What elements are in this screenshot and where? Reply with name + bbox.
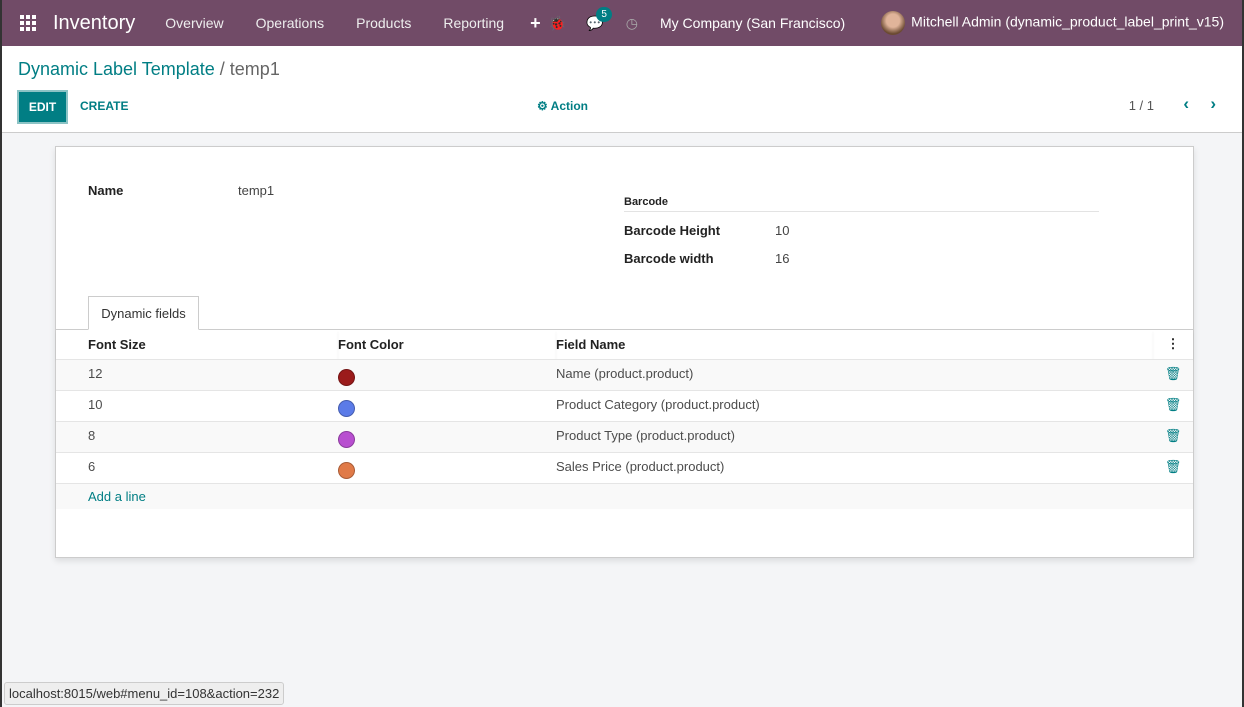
font-size-cell[interactable]: 12 [56,358,338,390]
tab-dynamic-fields[interactable]: Dynamic fields [88,296,199,330]
delete-trash-icon[interactable]: 🗑 [1153,389,1193,421]
company-switcher[interactable]: My Company (San Francisco) [660,15,845,31]
breadcrumb: Dynamic Label Template / temp1 [18,59,280,80]
col-font-size[interactable]: Font Size [56,330,338,359]
delete-trash-icon[interactable]: 🗑 [1153,420,1193,452]
section-divider [624,211,1099,212]
control-panel: Dynamic Label Template / temp1 EDIT CREA… [2,46,1242,133]
table-row[interactable]: 10 Product Category (product.product) 🗑 [56,389,1193,421]
barcode-width-label: Barcode width [624,251,714,266]
breadcrumb-current: temp1 [229,59,280,79]
barcode-height-label: Barcode Height [624,223,721,238]
gear-icon: ⚙ [537,99,551,113]
font-color-cell[interactable] [338,451,556,483]
dynamic-fields-table: Font Size Font Color Field Name ⋮ 12 Nam… [56,330,1193,509]
barcode-height-value: 10 [775,223,790,238]
user-menu[interactable]: Mitchell Admin (dynamic_product_label_pr… [881,11,1224,35]
app-name[interactable]: Inventory [53,12,135,35]
name-value: temp1 [238,183,275,198]
table-row[interactable]: 8 Product Type (product.product) 🗑 [56,420,1193,452]
delete-trash-icon[interactable]: 🗑 [1153,451,1193,483]
status-bar-url: localhost:8015/web#menu_id=108&action=23… [4,682,285,705]
field-name-cell[interactable]: Sales Price (product.product) [556,451,1153,483]
breadcrumb-parent[interactable]: Dynamic Label Template [18,59,215,79]
font-size-cell[interactable]: 8 [56,420,338,452]
font-color-cell[interactable] [338,420,556,452]
color-swatch [338,399,355,417]
color-swatch [338,368,355,386]
font-color-cell[interactable] [338,389,556,421]
field-name-cell[interactable]: Product Category (product.product) [556,389,1153,421]
add-line-row: Add a line [56,482,1193,509]
delete-trash-icon[interactable]: 🗑 [1153,358,1193,390]
add-menu-icon[interactable]: + [520,13,551,34]
barcode-width-value: 16 [775,251,790,266]
breadcrumb-separator: / [214,59,230,79]
menu-overview[interactable]: Overview [149,15,239,31]
top-navbar: Inventory Overview Operations Products R… [2,0,1242,46]
font-size-cell[interactable]: 10 [56,389,338,421]
col-field-name[interactable]: Field Name [556,330,1153,359]
pager-previous-icon[interactable]: ‹ [1183,94,1189,114]
chat-icon[interactable]: 💬 5 [586,6,612,32]
form-sheet: Name temp1 Barcode Barcode Height 10 Bar… [55,146,1194,558]
user-name: Mitchell Admin (dynamic_product_label_pr… [911,13,1224,30]
action-label: Action [550,99,588,113]
field-name-cell[interactable]: Name (product.product) [556,358,1153,390]
avatar [881,11,906,35]
menu-operations[interactable]: Operations [240,15,340,31]
pager-next-icon[interactable]: › [1210,94,1216,114]
chat-badge: 5 [596,6,612,22]
field-name-cell[interactable]: Product Type (product.product) [556,420,1153,452]
optional-columns-icon[interactable]: ⋮ [1153,330,1193,359]
apps-menu-icon[interactable] [20,15,38,31]
debug-bug-icon[interactable]: 🐞 [549,15,566,32]
table-row[interactable]: 12 Name (product.product) 🗑 [56,358,1193,390]
font-color-cell[interactable] [338,358,556,390]
menu-reporting[interactable]: Reporting [427,15,520,31]
color-swatch [338,461,355,479]
pager-value[interactable]: 1 / 1 [1129,98,1154,113]
color-swatch [338,430,355,448]
edit-button[interactable]: EDIT [17,90,68,124]
action-menu[interactable]: ⚙ Action [537,99,588,113]
font-size-cell[interactable]: 6 [56,451,338,483]
menu-products[interactable]: Products [340,15,427,31]
col-font-color[interactable]: Font Color [338,330,556,359]
activity-clock-icon[interactable]: ◷ [626,15,638,32]
add-line-link[interactable]: Add a line [56,482,1193,509]
table-row[interactable]: 6 Sales Price (product.product) 🗑 [56,451,1193,483]
barcode-section-title: Barcode [624,196,669,208]
name-label: Name [88,183,124,198]
table-header: Font Size Font Color Field Name ⋮ [56,330,1193,359]
create-button[interactable]: CREATE [80,99,128,113]
